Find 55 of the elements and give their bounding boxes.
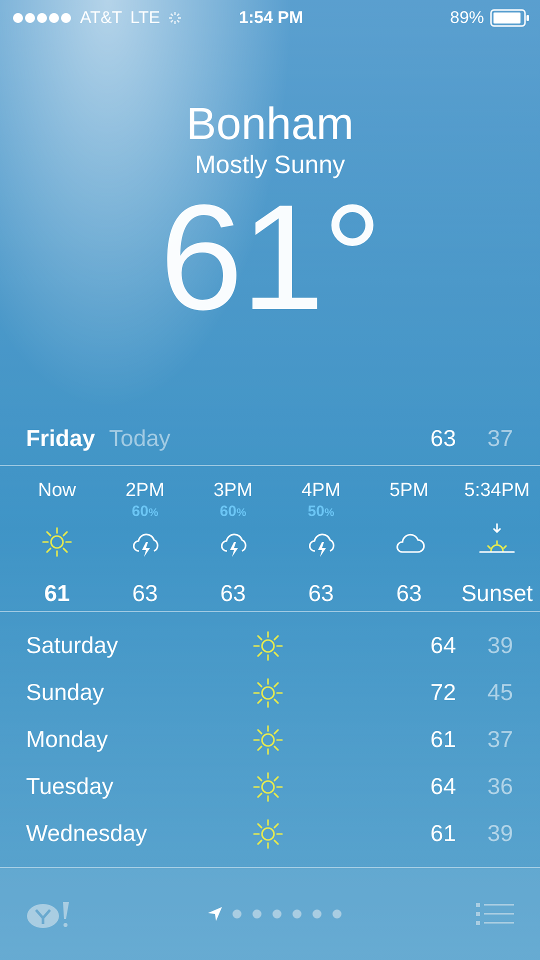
sun-icon [251, 722, 285, 756]
hour-label: 2PM [125, 480, 165, 502]
high-temperature: 64 [429, 773, 456, 800]
low-temperature: 39 [486, 820, 513, 847]
low-temperature: 45 [486, 679, 513, 706]
day-name: Sunday [26, 679, 106, 706]
weather-condition: Mostly Sunny [194, 150, 346, 180]
hour-label: 3PM [213, 480, 253, 502]
page-dot[interactable] [251, 908, 263, 920]
carrier-name: AT&T [80, 8, 122, 28]
low-temperature: 37 [486, 726, 513, 753]
page-dot[interactable] [331, 908, 343, 920]
page-dot[interactable] [271, 908, 283, 920]
high-temperature: 61 [429, 820, 456, 847]
status-time: 1:54 PM [238, 8, 304, 28]
hourly-temperature: Sunset [461, 580, 533, 607]
hour-label: Now [38, 480, 76, 502]
high-temperature: 64 [429, 632, 456, 659]
day-name: Friday [26, 424, 96, 452]
list-menu-icon[interactable] [476, 901, 514, 927]
today-label: Today [109, 424, 172, 452]
network-type: LTE [130, 8, 160, 28]
hour-label: 5PM [389, 480, 429, 502]
sun-icon [251, 816, 285, 850]
hour-label: 5:34PM [464, 480, 530, 502]
day-name: Saturday [26, 632, 120, 659]
high-temperature: 72 [429, 679, 456, 706]
page-dot[interactable] [311, 908, 323, 920]
day-name: Wednesday [26, 820, 148, 847]
battery-icon [490, 9, 530, 27]
low-temperature: 36 [486, 773, 513, 800]
current-temperature: 61° [160, 182, 380, 332]
sun-icon [251, 676, 285, 710]
hourly-temperature: 61 [44, 580, 70, 607]
day-name: Tuesday [26, 773, 114, 800]
hour-label: 4PM [301, 480, 341, 502]
location-arrow-icon[interactable] [207, 906, 223, 922]
page-dot[interactable] [291, 908, 303, 920]
sun-icon [251, 770, 285, 804]
signal-strength-icon [12, 12, 72, 24]
activity-spinner-icon [168, 11, 182, 25]
low-temperature: 39 [486, 632, 513, 659]
hourly-temperature: 63 [132, 580, 158, 607]
city-name: Bonham [186, 98, 354, 150]
hourly-temperature: 63 [396, 580, 422, 607]
page-dot[interactable] [231, 908, 243, 920]
high-temperature: 63 [429, 424, 456, 452]
low-temperature: 37 [486, 424, 513, 452]
hourly-temperature: 63 [220, 580, 246, 607]
day-name: Monday [26, 726, 109, 753]
hourly-temperature: 63 [308, 580, 334, 607]
high-temperature: 61 [429, 726, 456, 753]
battery-percentage: 89% [450, 8, 484, 28]
sun-icon [251, 628, 285, 662]
sun-icon [40, 525, 74, 559]
